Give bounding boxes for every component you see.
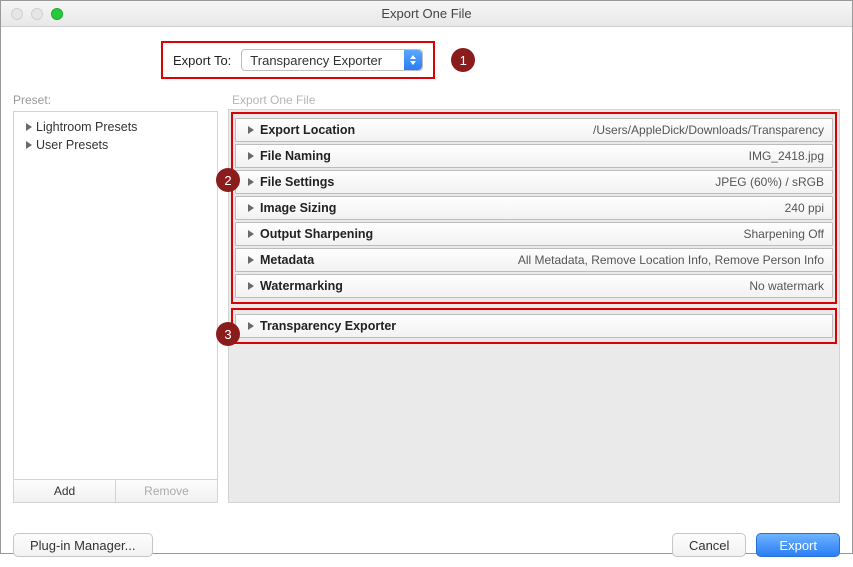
panel-value: All Metadata, Remove Location Info, Remo… xyxy=(518,253,824,267)
panel-metadata[interactable]: Metadata All Metadata, Remove Location I… xyxy=(235,248,833,272)
panel-title: Metadata xyxy=(260,253,314,267)
disclosure-arrow-icon xyxy=(248,282,254,290)
export-to-value: Transparency Exporter xyxy=(250,53,382,68)
disclosure-arrow-icon xyxy=(248,152,254,160)
panel-title: File Naming xyxy=(260,149,331,163)
panel-value: /Users/AppleDick/Downloads/Transparency xyxy=(593,123,824,137)
panel-export-location[interactable]: Export Location /Users/AppleDick/Downloa… xyxy=(235,118,833,142)
preset-item-user[interactable]: User Presets xyxy=(18,136,213,154)
panel-list: 2 3 Export Location /Users/AppleDick/Dow… xyxy=(228,109,840,503)
remove-preset-button[interactable]: Remove xyxy=(116,480,217,502)
disclosure-arrow-icon xyxy=(26,123,32,131)
panel-value: Sharpening Off xyxy=(743,227,824,241)
plugin-manager-button[interactable]: Plug-in Manager... xyxy=(13,533,153,557)
panel-title: File Settings xyxy=(260,175,334,189)
export-to-dropdown[interactable]: Transparency Exporter xyxy=(241,49,423,71)
panel-title: Watermarking xyxy=(260,279,343,293)
export-to-row: Export To: Transparency Exporter 1 xyxy=(161,41,475,79)
panel-group-label: Export One File xyxy=(232,93,840,107)
dropdown-stepper-icon xyxy=(404,50,422,70)
panel-transparency-exporter[interactable]: Transparency Exporter xyxy=(235,314,833,338)
annotation-badge-3: 3 xyxy=(216,322,240,346)
panel-value: JPEG (60%) / sRGB xyxy=(715,175,824,189)
panel-image-sizing[interactable]: Image Sizing 240 ppi xyxy=(235,196,833,220)
disclosure-arrow-icon xyxy=(248,204,254,212)
cancel-button[interactable]: Cancel xyxy=(672,533,746,557)
disclosure-arrow-icon xyxy=(248,230,254,238)
footer-bar: Plug-in Manager... Cancel Export xyxy=(13,533,840,557)
panel-value: No watermark xyxy=(749,279,824,293)
annotation-box-3: Transparency Exporter xyxy=(231,308,837,344)
annotation-box-2: Export Location /Users/AppleDick/Downloa… xyxy=(231,112,837,304)
panel-title: Transparency Exporter xyxy=(260,319,396,333)
panel-file-naming[interactable]: File Naming IMG_2418.jpg xyxy=(235,144,833,168)
export-button[interactable]: Export xyxy=(756,533,840,557)
titlebar: Export One File xyxy=(1,1,852,27)
panel-value: IMG_2418.jpg xyxy=(749,149,824,163)
add-preset-button[interactable]: Add xyxy=(14,480,116,502)
window-title: Export One File xyxy=(1,6,852,21)
panel-title: Export Location xyxy=(260,123,355,137)
panel-watermarking[interactable]: Watermarking No watermark xyxy=(235,274,833,298)
export-to-label: Export To: xyxy=(173,53,231,68)
panel-title: Image Sizing xyxy=(260,201,336,215)
annotation-box-1: Export To: Transparency Exporter xyxy=(161,41,435,79)
preset-item-label: User Presets xyxy=(36,138,108,152)
disclosure-arrow-icon xyxy=(248,126,254,134)
preset-item-label: Lightroom Presets xyxy=(36,120,137,134)
disclosure-arrow-icon xyxy=(248,178,254,186)
preset-list: Lightroom Presets User Presets xyxy=(13,111,218,480)
annotation-badge-1: 1 xyxy=(451,48,475,72)
panel-title: Output Sharpening xyxy=(260,227,373,241)
preset-heading: Preset: xyxy=(13,93,218,107)
disclosure-arrow-icon xyxy=(248,256,254,264)
preset-item-lightroom[interactable]: Lightroom Presets xyxy=(18,118,213,136)
preset-buttons: Add Remove xyxy=(13,480,218,503)
panel-file-settings[interactable]: File Settings JPEG (60%) / sRGB xyxy=(235,170,833,194)
disclosure-arrow-icon xyxy=(26,141,32,149)
disclosure-arrow-icon xyxy=(248,322,254,330)
annotation-badge-2: 2 xyxy=(216,168,240,192)
panel-value: 240 ppi xyxy=(785,201,824,215)
panel-output-sharpening[interactable]: Output Sharpening Sharpening Off xyxy=(235,222,833,246)
